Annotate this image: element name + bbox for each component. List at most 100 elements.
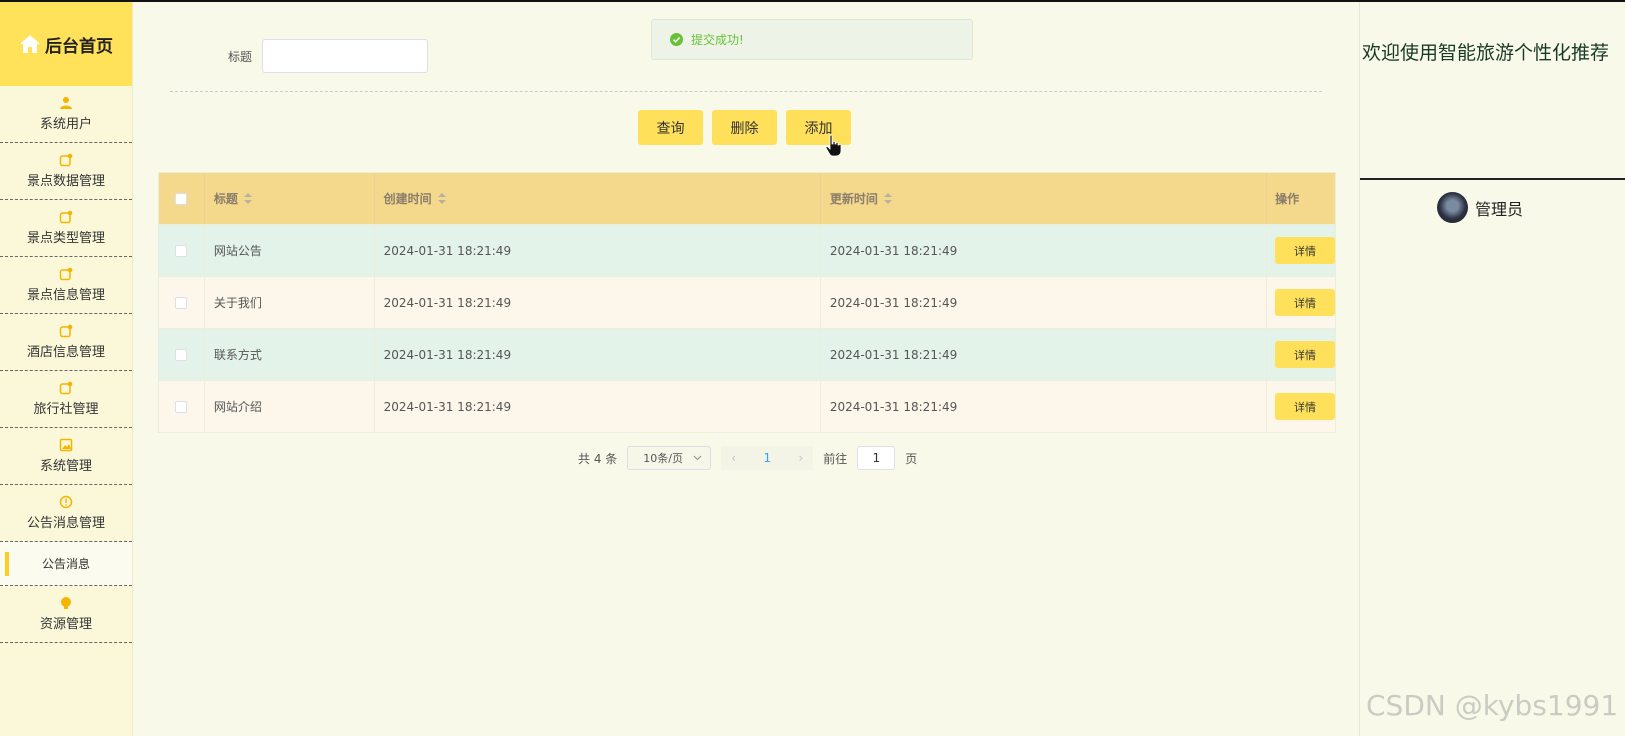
sidebar-item-label: 景点信息管理 (26, 288, 105, 303)
table-header: 标题 创建时间 更新时间 操作 (159, 173, 1335, 224)
hand-cursor-icon (825, 134, 842, 157)
cell-created: 2024-01-31 18:21:49 (375, 277, 821, 328)
goto-suffix: 页 (905, 451, 918, 466)
header-title[interactable]: 标题 (205, 173, 375, 224)
sidebar-item-label: 系统管理 (39, 459, 92, 474)
cell-title: 网站介绍 (205, 381, 375, 432)
query-button[interactable]: 查询 (638, 110, 703, 145)
delete-button[interactable]: 删除 (712, 110, 777, 145)
bulb-icon (61, 597, 71, 609)
cell-created: 2024-01-31 18:21:49 (375, 381, 821, 432)
goto-page-input[interactable]: 1 (857, 446, 896, 470)
sidebar-item-resource-management[interactable]: 资源管理 (0, 586, 132, 643)
search-row: 标题 (228, 39, 429, 73)
detail-button[interactable]: 详情 (1275, 393, 1335, 420)
sidebar-item-system-management[interactable]: 系统管理 (0, 428, 132, 485)
current-page[interactable]: 1 (763, 451, 771, 465)
sidebar-item-scenic-data[interactable]: 景点数据管理 (0, 143, 132, 200)
header-updated[interactable]: 更新时间 (821, 173, 1268, 224)
sort-icon[interactable] (883, 192, 892, 205)
right-panel: 欢迎使用智能旅游个性化推荐 管理员 (1359, 2, 1625, 736)
info-icon (59, 495, 73, 509)
user-info[interactable]: 管理员 (1437, 192, 1523, 223)
sidebar-item-hotel-info[interactable]: 酒店信息管理 (0, 314, 132, 371)
sidebar-item-label: 旅行社管理 (33, 402, 99, 417)
search-label: 标题 (228, 49, 253, 64)
cell-updated: 2024-01-31 18:21:49 (821, 225, 1267, 276)
sidebar-item-label: 公告消息管理 (26, 516, 105, 531)
total-count: 共 4 条 (578, 451, 618, 466)
detail-button[interactable]: 详情 (1275, 289, 1335, 316)
main-content: 标题 提交成功! 查询 删除 添加 标题 创建时间 更新时间 操作 网站公告 2… (134, 2, 1359, 736)
cell-created: 2024-01-31 18:21:49 (375, 225, 821, 276)
chevron-down-icon (693, 455, 702, 461)
cell-created: 2024-01-31 18:21:49 (375, 329, 821, 380)
sort-icon[interactable] (437, 192, 446, 205)
table-row: 网站介绍 2024-01-31 18:21:49 2024-01-31 18:2… (159, 380, 1335, 432)
cell-actions: 详情 (1267, 225, 1335, 276)
cell-updated: 2024-01-31 18:21:49 (821, 277, 1267, 328)
cell-actions: 详情 (1267, 329, 1335, 380)
panel-divider (1360, 178, 1625, 180)
sidebar-item-announcement-management[interactable]: 公告消息管理 (0, 485, 132, 542)
row-select-cell (159, 381, 205, 432)
row-select-cell (159, 225, 205, 276)
header-created[interactable]: 创建时间 (375, 173, 821, 224)
image-icon (59, 438, 73, 452)
home-icon (19, 34, 41, 54)
table-row: 网站公告 2024-01-31 18:21:49 2024-01-31 18:2… (159, 224, 1335, 276)
edit-icon (59, 381, 73, 395)
sidebar-item-label: 酒店信息管理 (26, 345, 105, 360)
table-row: 联系方式 2024-01-31 18:21:49 2024-01-31 18:2… (159, 328, 1335, 380)
detail-button[interactable]: 详情 (1275, 237, 1335, 264)
sidebar-brand[interactable]: 后台首页 (0, 2, 132, 86)
user-name: 管理员 (1475, 199, 1524, 219)
edit-icon (59, 153, 73, 167)
select-all-checkbox[interactable] (175, 192, 188, 205)
sidebar-subitem-announcements[interactable]: 公告消息 (0, 542, 132, 586)
edit-icon (59, 324, 73, 338)
cell-actions: 详情 (1267, 381, 1335, 432)
next-page-icon[interactable]: › (798, 451, 803, 465)
sidebar-item-label: 景点类型管理 (26, 231, 105, 246)
success-toast: 提交成功! (651, 19, 973, 60)
sidebar-item-scenic-info[interactable]: 景点信息管理 (0, 257, 132, 314)
sidebar-item-travel-agency[interactable]: 旅行社管理 (0, 371, 132, 428)
active-indicator (5, 552, 9, 576)
row-checkbox[interactable] (175, 348, 188, 361)
action-buttons: 查询 删除 添加 (638, 110, 851, 145)
user-icon (60, 97, 72, 109)
header-label: 标题 (213, 192, 238, 206)
prev-page-icon[interactable]: ‹ (731, 451, 736, 465)
pagination: 共 4 条 10条/页 ‹ 1 › 前往 1 页 (578, 446, 917, 470)
sidebar-subitem-label: 公告消息 (41, 557, 90, 571)
row-checkbox[interactable] (175, 400, 188, 413)
title-search-input[interactable] (262, 39, 429, 73)
cell-updated: 2024-01-31 18:21:49 (821, 329, 1267, 380)
sidebar-item-label: 系统用户 (39, 117, 92, 132)
edit-icon (59, 210, 73, 224)
cell-title: 关于我们 (205, 277, 375, 328)
row-checkbox[interactable] (175, 244, 188, 257)
success-check-icon (670, 33, 683, 46)
sidebar: 后台首页 系统用户 景点数据管理 景点类型管理 景点信息管理 酒店信息管理 旅行… (0, 2, 133, 736)
cell-title: 网站公告 (205, 225, 375, 276)
sidebar-item-system-users[interactable]: 系统用户 (0, 86, 132, 143)
sort-icon[interactable] (243, 192, 252, 205)
page-size-select[interactable]: 10条/页 (627, 446, 712, 470)
row-select-cell (159, 277, 205, 328)
page-size-value: 10条/页 (643, 452, 683, 465)
cell-title: 联系方式 (205, 329, 375, 380)
avatar[interactable] (1437, 192, 1468, 223)
row-checkbox[interactable] (175, 296, 188, 309)
watermark: CSDN @kybs1991 (1366, 689, 1619, 722)
sidebar-item-label: 资源管理 (39, 617, 92, 632)
header-label: 操作 (1275, 192, 1300, 206)
row-select-cell (159, 329, 205, 380)
announcement-table: 标题 创建时间 更新时间 操作 网站公告 2024-01-31 18:21:49… (158, 172, 1336, 433)
sidebar-item-scenic-types[interactable]: 景点类型管理 (0, 200, 132, 257)
toast-message: 提交成功! (691, 33, 744, 47)
header-actions: 操作 (1267, 173, 1335, 224)
header-select-cell (159, 173, 205, 224)
detail-button[interactable]: 详情 (1275, 341, 1335, 368)
